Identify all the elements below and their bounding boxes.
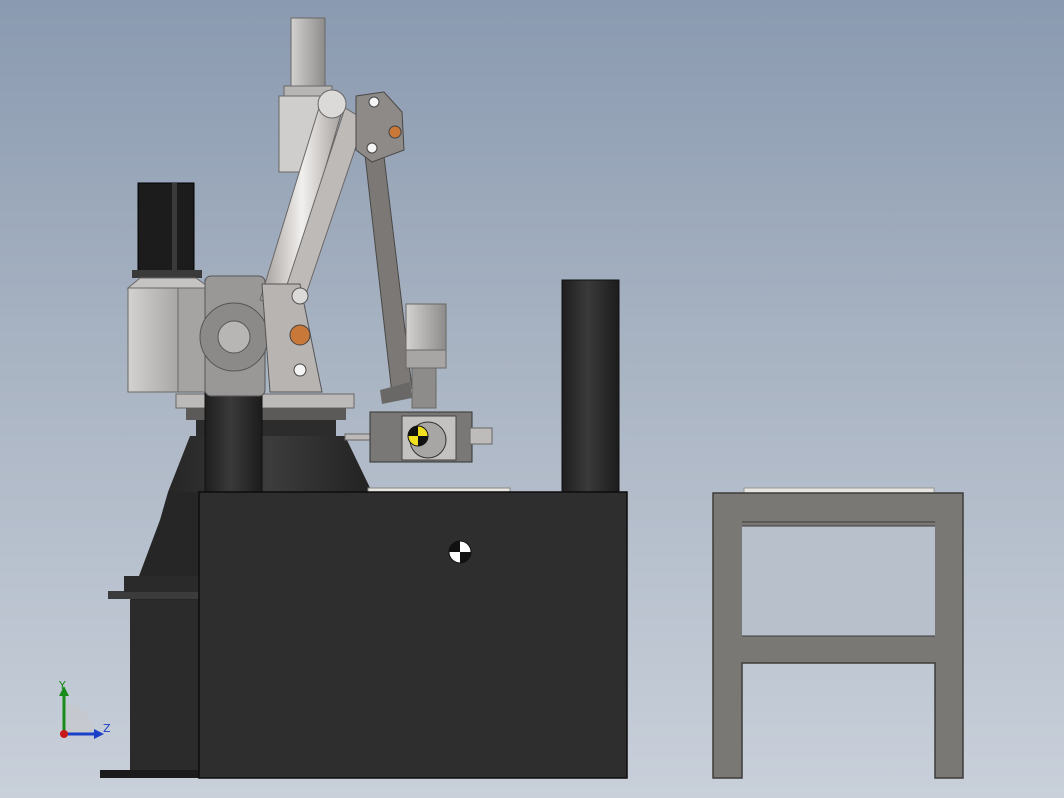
- z-axis-label: Z: [103, 722, 111, 735]
- forearm-link[interactable]: [363, 139, 413, 404]
- x-axis-dot: [60, 730, 68, 738]
- y-axis-label: Y: [59, 679, 66, 692]
- control-cabinet[interactable]: [198, 491, 628, 779]
- reference-triad-icon: Y Z: [50, 676, 120, 746]
- right-column[interactable]: [561, 279, 620, 495]
- shoulder-joint[interactable]: [199, 275, 269, 397]
- base-motor[interactable]: [126, 182, 212, 393]
- wrist-motor[interactable]: [405, 303, 447, 409]
- model-scene[interactable]: [0, 0, 1064, 798]
- center-of-mass-icon-gripper: [407, 425, 429, 447]
- center-of-mass-icon: [448, 540, 472, 564]
- graphics-viewport[interactable]: Y Z: [0, 0, 1064, 798]
- shoulder-bracket[interactable]: [261, 283, 323, 393]
- elbow-bracket[interactable]: [355, 91, 405, 163]
- side-table[interactable]: [712, 487, 964, 779]
